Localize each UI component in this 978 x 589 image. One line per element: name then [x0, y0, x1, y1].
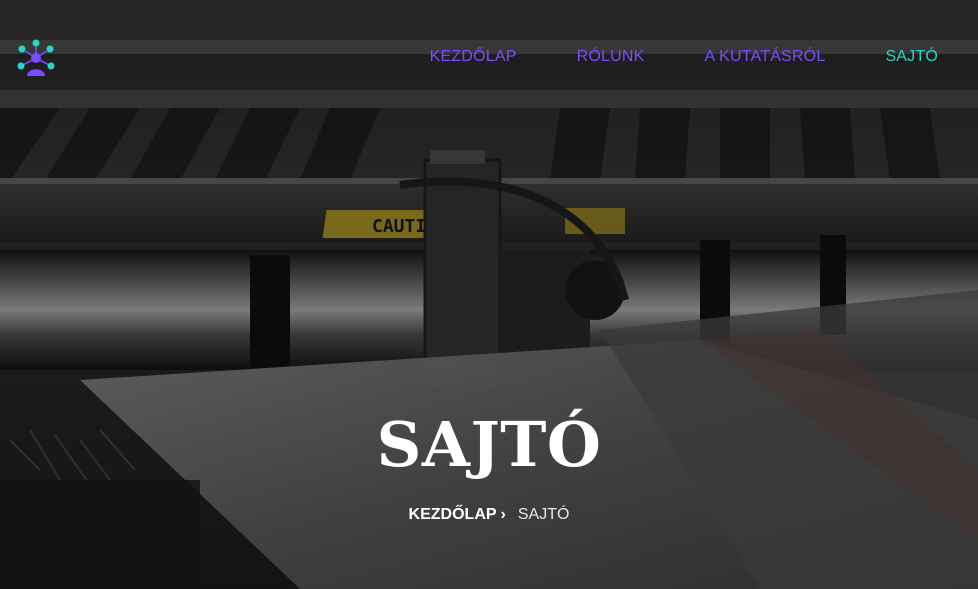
page-title: SAJTÓ	[376, 408, 602, 481]
breadcrumb-home-link[interactable]: KEZDŐLAP	[409, 506, 497, 523]
nav-item-rolunk[interactable]: RÓLUNK	[577, 48, 645, 66]
network-people-logo-icon[interactable]	[16, 38, 56, 78]
chevron-right-icon: ›	[500, 506, 506, 523]
main-nav: KEZDŐLAP RÓLUNK A KUTATÁSRÓL SAJTÓ	[430, 48, 938, 66]
site-header: KEZDŐLAP RÓLUNK A KUTATÁSRÓL SAJTÓ	[0, 0, 978, 118]
nav-item-kezdolap[interactable]: KEZDŐLAP	[430, 48, 517, 66]
nav-item-sajto[interactable]: SAJTÓ	[885, 48, 938, 66]
breadcrumb-current: SAJTÓ	[517, 506, 570, 523]
breadcrumb: KEZDŐLAP › SAJTÓ	[0, 506, 978, 524]
nav-item-a-kutatasrol[interactable]: A KUTATÁSRÓL	[704, 48, 825, 66]
